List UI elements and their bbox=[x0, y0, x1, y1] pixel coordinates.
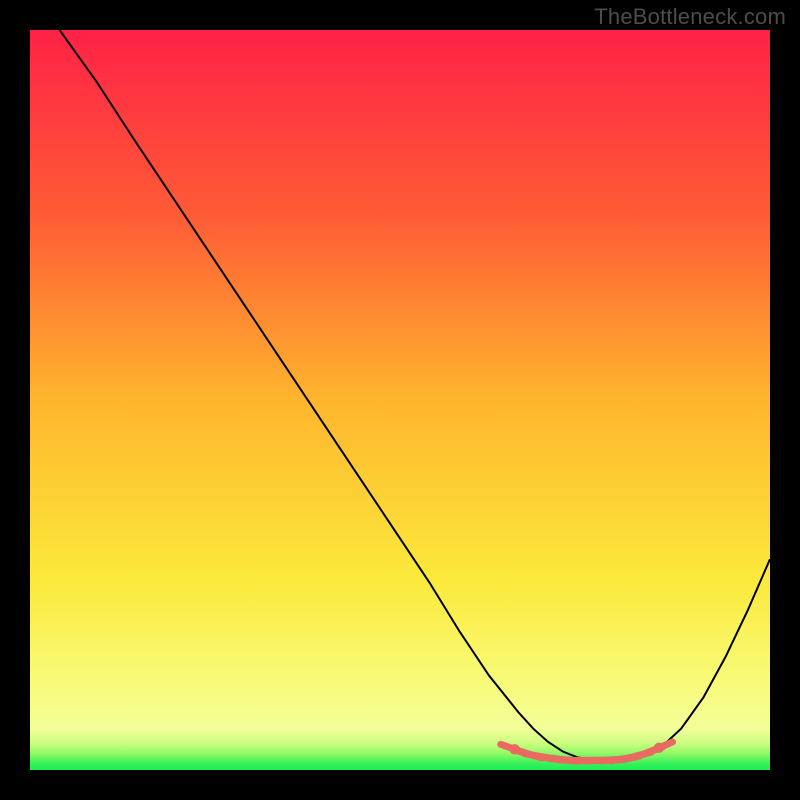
plot-area bbox=[30, 30, 770, 770]
watermark-text: TheBottleneck.com bbox=[594, 4, 786, 30]
marker-endpoint bbox=[654, 743, 664, 753]
marker-endpoint bbox=[510, 744, 520, 754]
chart-svg bbox=[30, 30, 770, 770]
gradient-background bbox=[30, 30, 770, 770]
chart-container: TheBottleneck.com bbox=[0, 0, 800, 800]
